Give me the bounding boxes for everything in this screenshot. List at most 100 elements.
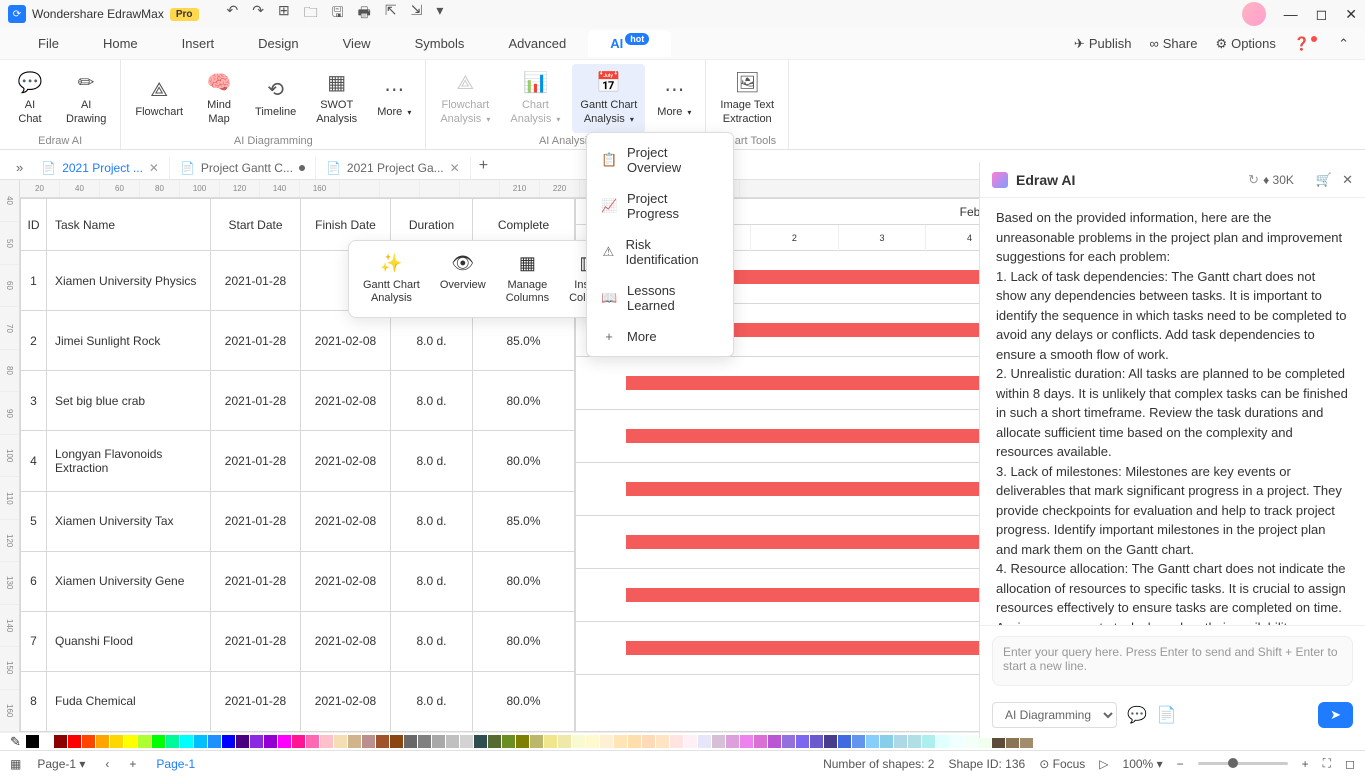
color-swatch[interactable] (726, 735, 739, 748)
color-swatch[interactable] (96, 735, 109, 748)
color-swatch[interactable] (600, 735, 613, 748)
color-swatch[interactable] (544, 735, 557, 748)
notifications-icon[interactable]: ❓ (1294, 36, 1320, 52)
menu-file[interactable]: File (16, 30, 81, 57)
doc-tab[interactable]: 📄Project Gantt C... (170, 157, 316, 179)
color-swatch[interactable] (54, 735, 67, 748)
color-swatch[interactable] (390, 735, 403, 748)
table-row[interactable]: 5Xiamen University Tax2021-01-282021-02-… (21, 491, 575, 551)
maximize-icon[interactable]: ◻ (1316, 6, 1328, 23)
ai-send-button[interactable]: ➤ (1318, 702, 1353, 728)
ribbon-timeline[interactable]: ⟲Timeline (247, 64, 304, 133)
ai-cart-icon[interactable]: 🛒 (1316, 172, 1332, 188)
save-icon[interactable]: 🖫 (332, 2, 344, 26)
ribbon-mind-map[interactable]: 🧠MindMap (195, 64, 243, 133)
color-swatch[interactable] (320, 735, 333, 748)
color-swatch[interactable] (306, 735, 319, 748)
color-swatch[interactable] (922, 735, 935, 748)
color-swatch[interactable] (628, 735, 641, 748)
ai-close-icon[interactable]: ✕ (1342, 172, 1353, 188)
color-swatch[interactable] (264, 735, 277, 748)
color-swatch[interactable] (404, 735, 417, 748)
ai-query-input[interactable]: Enter your query here. Press Enter to se… (992, 636, 1353, 686)
table-row[interactable]: 6Xiamen University Gene2021-01-282021-02… (21, 551, 575, 611)
color-swatch[interactable] (460, 735, 473, 748)
header-start[interactable]: Start Date (211, 199, 301, 251)
color-swatch[interactable] (278, 735, 291, 748)
color-swatch[interactable] (894, 735, 907, 748)
color-swatch[interactable] (110, 735, 123, 748)
color-swatch[interactable] (530, 735, 543, 748)
color-swatch[interactable] (488, 735, 501, 748)
color-swatch[interactable] (26, 735, 39, 748)
float-gantt-chart-analysis[interactable]: ✨Gantt ChartAnalysis (353, 249, 430, 309)
color-swatch[interactable] (474, 735, 487, 748)
color-swatch[interactable] (152, 735, 165, 748)
table-row[interactable]: 4Longyan Flavonoids Extraction2021-01-28… (21, 431, 575, 491)
menu-advanced[interactable]: Advanced (486, 30, 588, 57)
color-swatch[interactable] (740, 735, 753, 748)
color-swatch[interactable] (362, 735, 375, 748)
ribbon-more[interactable]: ⋯More ▾ (369, 64, 419, 133)
dropdown-lessons-learned[interactable]: 📖Lessons Learned (587, 275, 733, 321)
color-swatch[interactable] (82, 735, 95, 748)
open-icon[interactable]: 🗀 (304, 2, 318, 26)
color-swatch[interactable] (614, 735, 627, 748)
color-swatch[interactable] (502, 735, 515, 748)
color-swatch[interactable] (908, 735, 921, 748)
color-swatch[interactable] (40, 735, 53, 748)
ribbon-flowchart-analysis[interactable]: ⟁FlowchartAnalysis ▾ (432, 64, 498, 133)
color-swatch[interactable] (558, 735, 571, 748)
ribbon-gantt chart-analysis[interactable]: 📅Gantt ChartAnalysis ▾ (572, 64, 645, 133)
float-overview[interactable]: 👁Overview (430, 249, 496, 309)
close-icon[interactable]: ✕ (1345, 6, 1357, 23)
color-swatch[interactable] (194, 735, 207, 748)
tab-close-icon[interactable]: ✕ (450, 161, 460, 175)
color-swatch[interactable] (754, 735, 767, 748)
color-swatch[interactable] (684, 735, 697, 748)
color-swatch[interactable] (670, 735, 683, 748)
color-swatch[interactable] (824, 735, 837, 748)
collapse-ribbon-icon[interactable]: ⌃ (1338, 36, 1349, 52)
table-row[interactable]: 8Fuda Chemical2021-01-282021-02-088.0 d.… (21, 671, 575, 731)
color-swatch[interactable] (432, 735, 445, 748)
color-swatch[interactable] (222, 735, 235, 748)
publish-button[interactable]: ✈ Publish (1074, 36, 1132, 52)
color-swatch[interactable] (768, 735, 781, 748)
color-swatch[interactable] (180, 735, 193, 748)
color-swatch[interactable] (334, 735, 347, 748)
dropdown-more[interactable]: +More (587, 321, 733, 352)
color-swatch[interactable] (586, 735, 599, 748)
color-swatch[interactable] (124, 735, 137, 748)
color-swatch[interactable] (866, 735, 879, 748)
ribbon-ai-chat[interactable]: 💬AIChat (6, 64, 54, 133)
undo-icon[interactable]: ↶ (227, 2, 239, 26)
color-swatch[interactable] (138, 735, 151, 748)
color-swatch[interactable] (936, 735, 949, 748)
color-swatch[interactable] (852, 735, 865, 748)
menu-insert[interactable]: Insert (160, 30, 237, 57)
dropdown-risk-identification[interactable]: ⚠Risk Identification (587, 229, 733, 275)
color-swatch[interactable] (838, 735, 851, 748)
options-button[interactable]: ⚙ Options (1215, 36, 1275, 52)
doc-tab[interactable]: 📄2021 Project Ga...✕ (316, 157, 471, 179)
tabs-expand-icon[interactable]: » (8, 156, 31, 179)
color-swatch[interactable] (698, 735, 711, 748)
color-swatch[interactable] (712, 735, 725, 748)
ribbon-swot-analysis[interactable]: ▦SWOTAnalysis (308, 64, 365, 133)
color-swatch[interactable] (810, 735, 823, 748)
color-swatch[interactable] (964, 735, 977, 748)
import-icon[interactable]: ⇲ (411, 2, 423, 26)
ai-mode-select[interactable]: AI Diagramming (992, 702, 1117, 728)
ribbon-ai-drawing[interactable]: ✏AIDrawing (58, 64, 114, 133)
float-manage-columns[interactable]: ▦ManageColumns (496, 249, 559, 309)
ai-refresh-icon[interactable]: ↻ (1248, 172, 1259, 188)
color-swatch[interactable] (446, 735, 459, 748)
print-icon[interactable]: 🖶 (358, 2, 371, 26)
header-task[interactable]: Task Name (47, 199, 211, 251)
color-swatch[interactable] (418, 735, 431, 748)
color-swatch[interactable] (236, 735, 249, 748)
menu-design[interactable]: Design (236, 30, 320, 57)
ribbon-image text-extraction[interactable]: 🖼Image TextExtraction (712, 64, 782, 133)
color-swatch[interactable] (516, 735, 529, 748)
